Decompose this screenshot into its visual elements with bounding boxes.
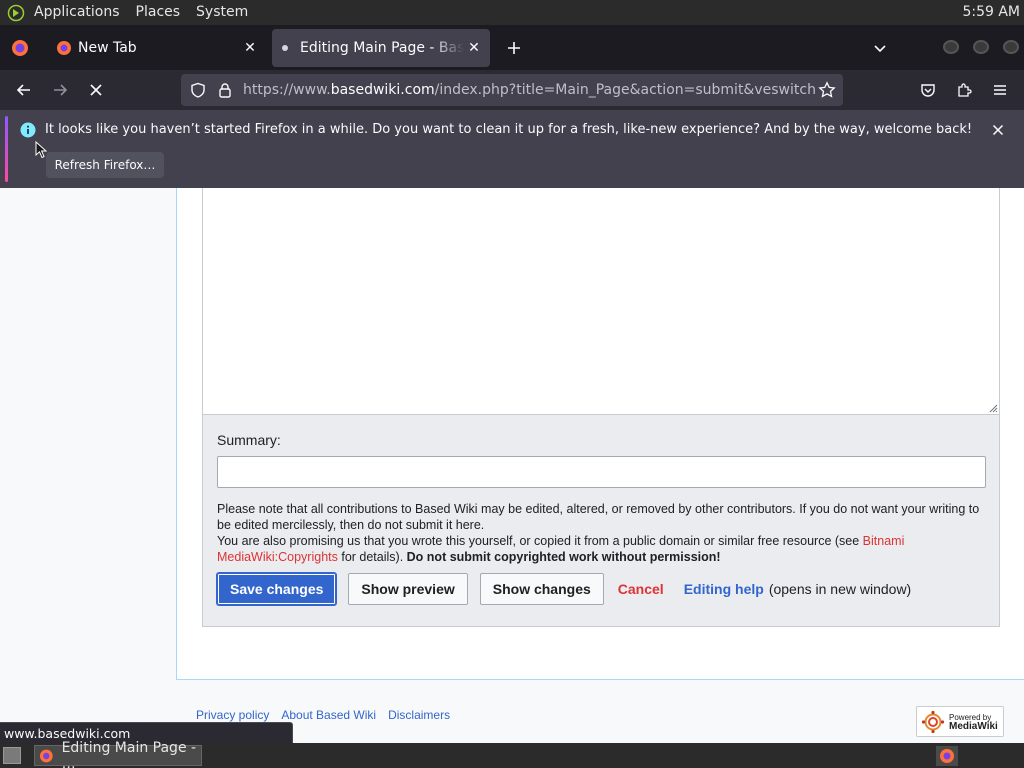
close-window-icon[interactable] bbox=[1003, 40, 1019, 54]
mediawiki-flower-logo bbox=[921, 710, 945, 733]
notice-line1: Please note that all contributions to Ba… bbox=[217, 502, 980, 532]
cancel-link[interactable]: Cancel bbox=[618, 581, 664, 597]
extensions-puzzle-icon[interactable] bbox=[952, 78, 976, 102]
tab-title: Editing Main Page - Based Wiki bbox=[300, 40, 464, 56]
navigation-toolbar: https://www.basedwiki.com/index.php?titl… bbox=[0, 70, 1024, 110]
url-prefix: https://www. bbox=[243, 82, 331, 98]
firefox-icon bbox=[39, 749, 53, 762]
show-desktop-icon[interactable] bbox=[3, 747, 21, 764]
save-changes-button[interactable]: Save changes bbox=[215, 572, 338, 606]
about-link[interactable]: About Based Wiki bbox=[281, 708, 376, 722]
tab-new-tab[interactable]: New Tab ✕ bbox=[44, 29, 266, 67]
wikitext-editor-textarea[interactable] bbox=[202, 188, 1000, 415]
bottom-taskbar: Editing Main Page - … bbox=[0, 740, 1024, 768]
show-changes-button[interactable]: Show changes bbox=[479, 573, 604, 605]
tab-editing-main-page[interactable]: Editing Main Page - Based Wiki ✕ bbox=[272, 29, 490, 67]
powered-by-text: Powered by MediaWiki bbox=[949, 713, 998, 732]
resize-grip-icon[interactable] bbox=[988, 403, 998, 413]
edit-options-panel: Summary: Please note that all contributi… bbox=[202, 415, 1000, 627]
places-menu[interactable]: Places bbox=[128, 0, 189, 25]
close-tab-icon[interactable]: ✕ bbox=[464, 38, 484, 58]
pocket-icon[interactable] bbox=[916, 78, 940, 102]
minimize-window-icon[interactable] bbox=[943, 40, 959, 54]
list-all-tabs-chevron-icon[interactable] bbox=[868, 36, 892, 60]
bookmark-star-icon[interactable] bbox=[815, 78, 839, 102]
url-text[interactable]: https://www.basedwiki.com/index.php?titl… bbox=[243, 82, 815, 98]
tab-title: New Tab bbox=[78, 40, 137, 56]
copyright-notice: Please note that all contributions to Ba… bbox=[217, 501, 987, 565]
lock-icon[interactable] bbox=[215, 80, 235, 100]
info-icon bbox=[20, 122, 36, 138]
close-notification-icon[interactable] bbox=[990, 122, 1006, 138]
url-host: basedwiki.com bbox=[330, 82, 435, 98]
system-menu[interactable]: System bbox=[188, 0, 256, 25]
loading-dot-icon bbox=[282, 45, 288, 51]
footer-links: Privacy policy About Based Wiki Disclaim… bbox=[196, 708, 462, 722]
gnome-top-panel: Applications Places System 5:59 AM bbox=[0, 0, 1024, 25]
back-arrow-icon[interactable] bbox=[12, 78, 36, 102]
edit-buttons: Save changes Show preview Show changes C… bbox=[215, 572, 912, 606]
distro-logo-icon[interactable] bbox=[6, 3, 26, 23]
refresh-firefox-button[interactable]: Refresh Firefox… bbox=[46, 152, 164, 178]
tab-strip: New Tab ✕ Editing Main Page - Based Wiki… bbox=[0, 25, 1024, 70]
disclaimers-link[interactable]: Disclaimers bbox=[388, 708, 450, 722]
summary-input[interactable] bbox=[217, 456, 986, 488]
panel-clock[interactable]: 5:59 AM bbox=[962, 0, 1020, 25]
url-bar[interactable]: https://www.basedwiki.com/index.php?titl… bbox=[181, 74, 843, 106]
taskbar-window-firefox[interactable]: Editing Main Page - … bbox=[34, 740, 202, 768]
notice-warning: Do not submit copyrighted work without p… bbox=[406, 550, 721, 564]
show-preview-button[interactable]: Show preview bbox=[348, 573, 468, 605]
url-path: /index.php?title=Main_Page&action=submit… bbox=[434, 82, 815, 98]
new-tab-plus-icon[interactable] bbox=[502, 36, 526, 60]
editing-help-link[interactable]: Editing help bbox=[684, 581, 764, 597]
hamburger-menu-icon[interactable] bbox=[988, 78, 1012, 102]
notice-line2-before: You are also promising us that you wrote… bbox=[217, 534, 863, 548]
screen: Applications Places System 5:59 AM New T… bbox=[0, 0, 1024, 768]
privacy-policy-link[interactable]: Privacy policy bbox=[196, 708, 269, 722]
mouse-pointer-icon bbox=[35, 141, 47, 159]
summary-label: Summary: bbox=[217, 432, 281, 448]
taskbar-window-title: Editing Main Page - … bbox=[61, 739, 197, 768]
notification-message: It looks like you haven’t started Firefo… bbox=[45, 122, 973, 137]
firefox-favicon-icon bbox=[57, 41, 71, 55]
applications-menu[interactable]: Applications bbox=[26, 0, 128, 25]
powered-by-mediawiki-badge[interactable]: Powered by MediaWiki bbox=[916, 706, 1004, 737]
forward-arrow-icon[interactable] bbox=[48, 78, 72, 102]
notification-accent-bar bbox=[5, 116, 8, 182]
page-content: Summary: Please note that all contributi… bbox=[0, 188, 1024, 743]
stop-loading-icon[interactable] bbox=[84, 78, 108, 102]
firefox-view-icon[interactable] bbox=[10, 38, 30, 58]
refresh-firefox-notification: It looks like you haven’t started Firefo… bbox=[0, 110, 1024, 188]
notice-line2-after: for details). bbox=[337, 550, 407, 564]
powered-line2: MediaWiki bbox=[949, 720, 998, 732]
tray-firefox-icon[interactable] bbox=[936, 746, 958, 766]
tracking-protection-shield-icon[interactable] bbox=[188, 80, 208, 100]
maximize-window-icon[interactable] bbox=[973, 40, 989, 54]
close-tab-icon[interactable]: ✕ bbox=[240, 38, 260, 58]
editing-help-note: (opens in new window) bbox=[768, 581, 912, 597]
mw-body: Summary: Please note that all contributi… bbox=[176, 188, 1024, 680]
